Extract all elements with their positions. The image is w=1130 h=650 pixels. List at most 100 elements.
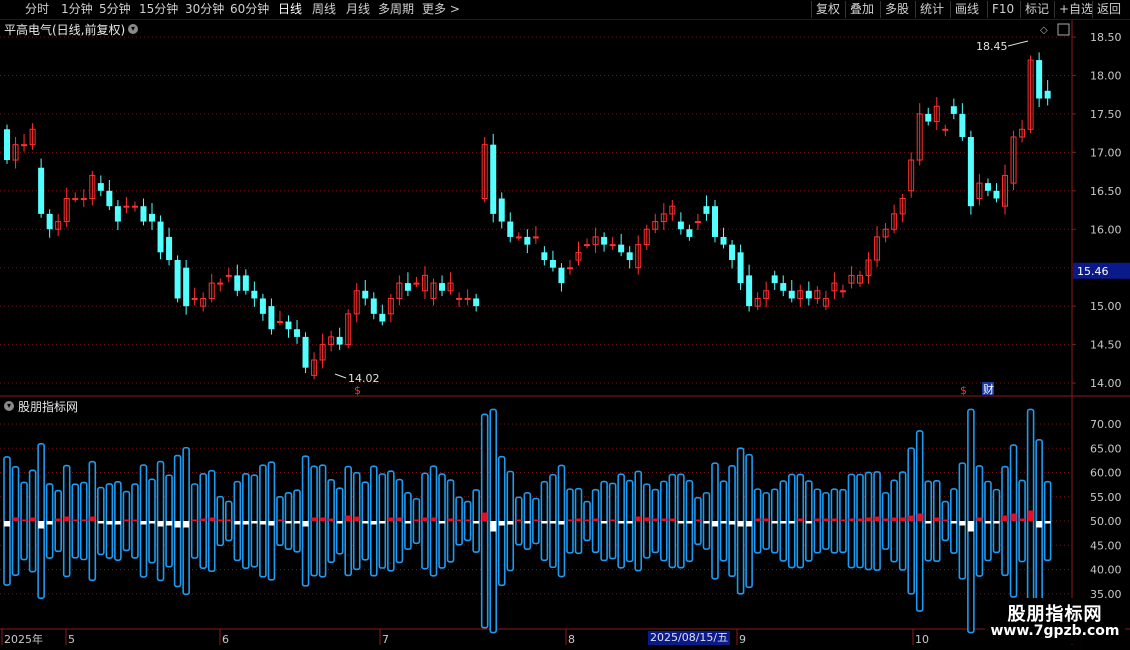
indicator-white-bar: [711, 521, 718, 527]
indicator-white-bar: [729, 521, 736, 525]
watermark: 股朋指标网 www.7gpzb.com: [985, 598, 1125, 644]
indicator-white-bar: [805, 521, 812, 524]
candle-body: [942, 128, 949, 131]
indicator-red-bar: [29, 517, 36, 521]
indicator-red-bar: [12, 517, 19, 521]
indicator-white-bar: [439, 521, 446, 524]
indicator-red-bar: [345, 515, 352, 521]
cursor-date-label: 2025/08/15/五: [648, 631, 731, 645]
indicator-red-bar: [413, 519, 420, 521]
candle-body: [38, 167, 45, 214]
price-tick-label: 14.00: [1090, 377, 1122, 390]
candle-body: [729, 244, 736, 261]
indicator-white-bar: [541, 521, 548, 524]
indicator-red-bar: [694, 519, 701, 521]
indicator-title: 股朋指标网: [18, 400, 79, 414]
indicator-red-bar: [575, 518, 582, 521]
indicator-red-bar: [584, 519, 591, 521]
indicator-red-bar: [754, 518, 761, 521]
candle-body: [234, 275, 241, 291]
indicator-red-bar: [976, 517, 983, 521]
indicator-white-bar: [166, 521, 173, 526]
candle-body: [4, 129, 10, 161]
indicator-white-bar: [950, 521, 957, 524]
indicator-tick-label: 55.00: [1090, 491, 1122, 504]
candle-body: [294, 329, 301, 337]
indicator-white-bar: [294, 521, 301, 524]
candle-body: [984, 183, 991, 191]
candle-body: [541, 252, 548, 261]
date-tick-label: 8: [568, 633, 575, 646]
indicator-red-bar: [276, 519, 283, 521]
candle-body: [251, 290, 258, 299]
indicator-red-bar: [797, 518, 804, 521]
candle-body: [464, 297, 471, 300]
sub-chart-dropdown-icon[interactable]: ▾: [4, 401, 14, 411]
indicator-white-bar: [788, 521, 795, 524]
candle-body: [72, 197, 79, 200]
indicator-red-bar: [857, 518, 863, 521]
main-chart-dropdown-icon[interactable]: ▾: [128, 24, 138, 34]
indicator-red-bar: [319, 517, 326, 521]
indicator-white-bar: [959, 521, 966, 526]
candle-body: [558, 267, 565, 284]
price-tick-label: 15.00: [1090, 300, 1122, 313]
indicator-red-bar: [80, 519, 87, 521]
candle-body: [950, 106, 957, 114]
candle-body: [694, 221, 701, 224]
indicator-red-bar: [942, 519, 949, 521]
finance-mark: 财: [983, 382, 994, 396]
price-tick-label: 17.00: [1090, 146, 1122, 159]
candle-body: [242, 275, 249, 291]
indicator-white-bar: [549, 521, 556, 524]
indicator-white-bar: [234, 521, 241, 525]
indicator-white-bar: [558, 521, 565, 525]
indicator-red-bar: [592, 518, 599, 521]
candle-body: [498, 198, 505, 222]
indicator-white-bar: [703, 521, 710, 524]
candle-body: [362, 290, 369, 299]
indicator-red-bar: [89, 516, 96, 521]
indicator-red-bar: [131, 519, 138, 521]
indicator-red-bar: [643, 517, 650, 521]
date-tick-label: 2025年: [4, 632, 43, 646]
candle-body: [686, 229, 693, 237]
indicator-white-bar: [626, 521, 633, 524]
candle-body: [336, 336, 343, 345]
candle-body: [140, 206, 147, 222]
candle-body: [1044, 90, 1051, 99]
candle-body: [746, 275, 753, 307]
indicator-white-bar: [174, 521, 181, 528]
indicator-white-bar: [268, 521, 275, 526]
indicator-white-bar: [183, 521, 190, 528]
candle-body: [967, 136, 974, 207]
indicator-red-bar: [831, 518, 838, 521]
indicator-red-bar: [566, 519, 573, 521]
indicator-white-bar: [507, 521, 514, 525]
indicator-red-bar: [882, 518, 889, 521]
candle-body: [285, 321, 292, 330]
candle-body: [601, 236, 608, 245]
indicator-tick-label: 40.00: [1090, 564, 1122, 577]
indicator-red-bar: [396, 517, 403, 521]
candle-body: [993, 190, 1000, 199]
indicator-white-bar: [38, 521, 45, 529]
indicator-white-bar: [1036, 521, 1043, 528]
indicator-red-bar: [217, 519, 224, 521]
indicator-white-bar: [601, 521, 608, 524]
indicator-red-bar: [328, 518, 335, 521]
indicator-white-bar: [242, 521, 249, 525]
candle-body: [302, 336, 309, 368]
indicator-white-bar: [490, 521, 497, 532]
indicator-red-bar: [848, 518, 855, 521]
candle-body: [703, 206, 710, 214]
indicator-red-bar: [532, 519, 539, 521]
indicator-red-bar: [208, 517, 215, 521]
indicator-red-bar: [456, 519, 463, 521]
date-tick-label: 7: [382, 633, 389, 646]
indicator-white-bar: [984, 521, 991, 524]
candle-body: [157, 221, 164, 253]
candle-body: [259, 298, 266, 314]
indicator-white-bar: [771, 521, 778, 524]
candle-body: [839, 290, 846, 293]
